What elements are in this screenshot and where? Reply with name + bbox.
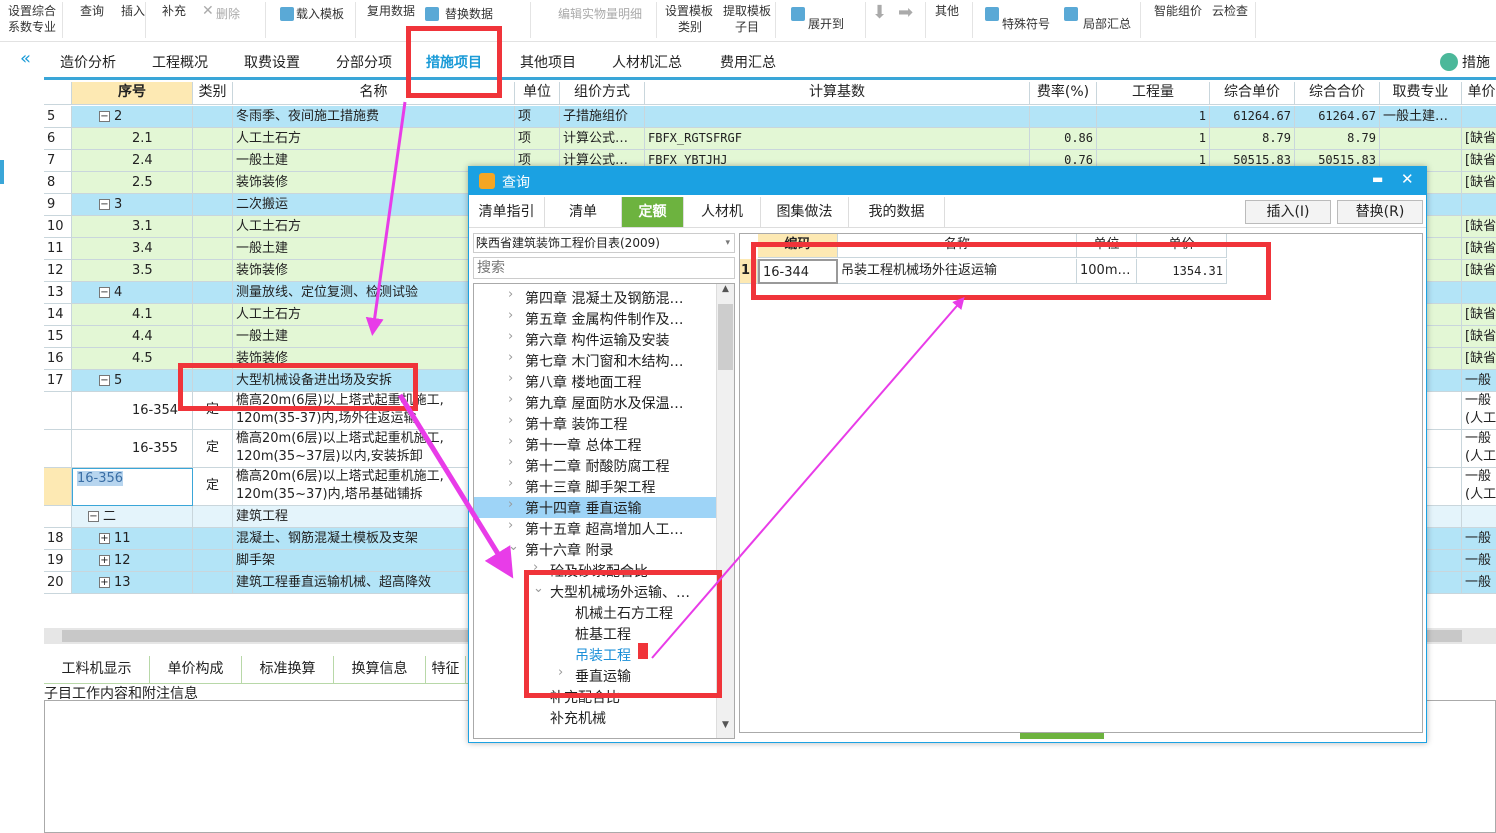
arrow	[397, 393, 514, 579]
annotation-arrows	[365, 101, 965, 659]
arrow	[651, 296, 965, 659]
arrow	[365, 101, 407, 336]
